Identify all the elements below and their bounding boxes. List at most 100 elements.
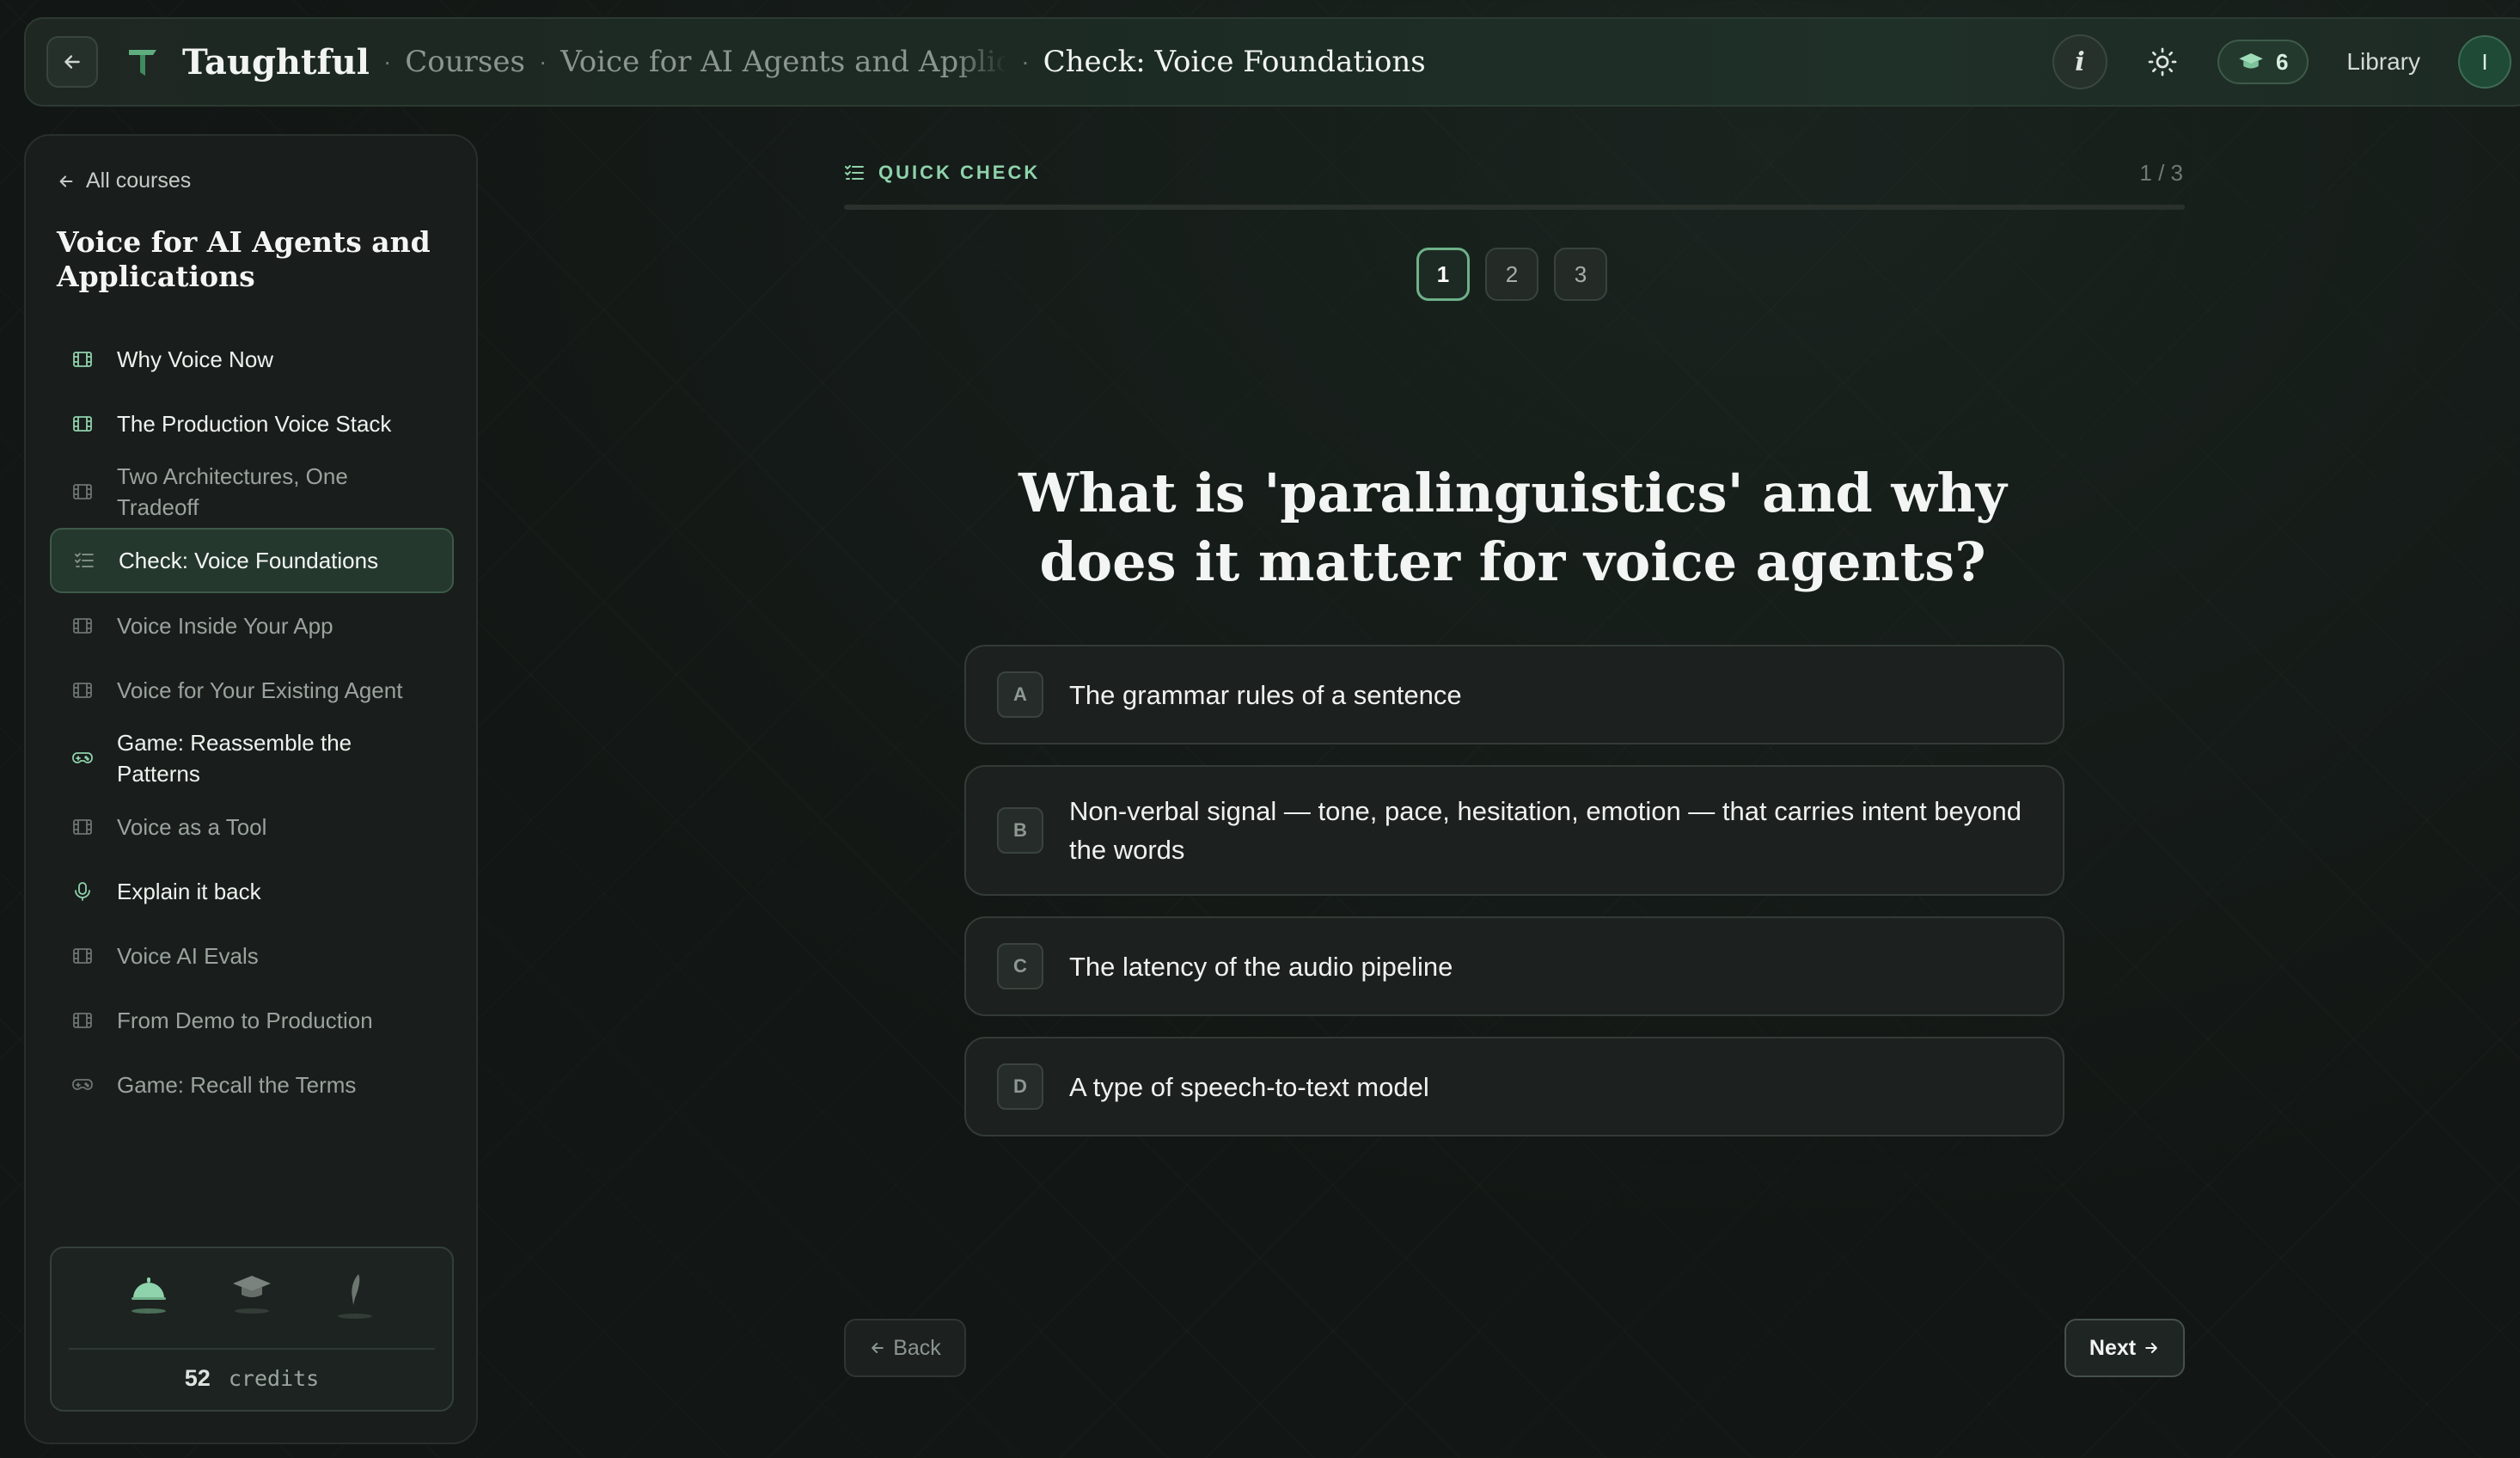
option-letter: C	[997, 943, 1043, 989]
lesson-item[interactable]: Why Voice Now	[50, 327, 454, 391]
graduation-cap-icon	[230, 1272, 273, 1322]
option-letter: B	[997, 807, 1043, 854]
question-counter: 1 / 3	[2139, 160, 2183, 186]
breadcrumb-separator: ·	[1021, 48, 1030, 75]
question-text: What is 'paralinguistics' and why does i…	[1018, 462, 2007, 593]
lesson-item[interactable]: Voice for Your Existing Agent	[50, 658, 454, 722]
lesson-label: Game: Recall the Terms	[117, 1071, 357, 1098]
lesson-label: Voice for Your Existing Agent	[117, 677, 403, 703]
option-text: The latency of the audio pipeline	[1069, 951, 1453, 982]
info-button[interactable]: i	[2052, 34, 2107, 89]
film-icon	[70, 678, 95, 702]
film-icon	[70, 412, 95, 436]
lesson-item[interactable]: From Demo to Production	[50, 988, 454, 1052]
info-icon: i	[2075, 46, 2085, 77]
credits-panel[interactable]: 52 credits	[50, 1247, 454, 1412]
step-2[interactable]: 2	[1485, 248, 1538, 301]
theme-toggle-button[interactable]	[2145, 45, 2180, 79]
option-text: The grammar rules of a sentence	[1069, 679, 1462, 710]
top-bar: Taughtful · Courses · Voice for AI Agent…	[24, 17, 2520, 107]
lesson-item[interactable]: The Production Voice Stack	[50, 391, 454, 456]
arrow-left-icon	[59, 175, 73, 187]
lesson-item[interactable]: Game: Reassemble the Patterns	[50, 722, 454, 794]
lesson-item[interactable]: Check: Voice Foundations	[50, 528, 454, 593]
avatar-initial: I	[2481, 48, 2488, 75]
lesson-label: Explain it back	[117, 878, 261, 904]
lesson-label: From Demo to Production	[117, 1007, 373, 1033]
answer-option-c[interactable]: C The latency of the audio pipeline	[964, 916, 2064, 1016]
all-courses-label: All courses	[86, 168, 192, 193]
lesson-list: Why Voice Now The Production Voice Stack T…	[50, 327, 454, 1117]
breadcrumb-course[interactable]: Voice for AI Agents and Applications	[560, 45, 1007, 79]
lesson-item[interactable]: Game: Recall the Terms	[50, 1052, 454, 1117]
option-text: Non-verbal signal — tone, pace, hesitati…	[1069, 796, 2022, 865]
breadcrumb-courses[interactable]: Courses	[405, 45, 525, 79]
option-letter: D	[997, 1063, 1043, 1110]
film-icon	[70, 815, 95, 839]
lesson-label: Voice Inside Your App	[117, 612, 333, 639]
back-arrow-button[interactable]	[46, 36, 98, 88]
answer-option-a[interactable]: A The grammar rules of a sentence	[964, 645, 2064, 744]
lesson-item[interactable]: Voice AI Evals	[50, 923, 454, 988]
film-icon	[70, 614, 95, 638]
film-icon	[70, 1008, 95, 1032]
checklist-icon	[72, 548, 96, 573]
graduation-cap-icon	[2239, 53, 2263, 69]
lesson-label: Check: Voice Foundations	[119, 548, 379, 573]
all-courses-link[interactable]: All courses	[57, 168, 191, 193]
breadcrumb-current: Check: Voice Foundations	[1043, 45, 1426, 79]
quick-check-label: QUICK CHECK	[878, 162, 1041, 183]
lesson-label: The Production Voice Stack	[117, 410, 392, 437]
credits-unit: credits	[228, 1366, 320, 1391]
option-text: A type of speech-to-text model	[1069, 1071, 1429, 1102]
film-icon	[70, 347, 95, 371]
answer-option-d[interactable]: D A type of speech-to-text model	[964, 1037, 2064, 1136]
quill-icon	[333, 1272, 376, 1322]
avatar[interactable]: I	[2458, 35, 2511, 89]
lesson-item[interactable]: Explain it back	[50, 859, 454, 923]
option-letter: A	[997, 671, 1043, 718]
gamepad-icon	[70, 746, 95, 770]
library-link[interactable]: Library	[2346, 48, 2420, 76]
arrow-left-icon	[872, 1343, 884, 1353]
quick-check-header: QUICK CHECK	[844, 162, 1040, 184]
lesson-item[interactable]: Voice Inside Your App	[50, 593, 454, 658]
back-label: Back	[893, 1335, 941, 1360]
lesson-item[interactable]: Voice as a Tool	[50, 794, 454, 859]
gamepad-icon	[70, 1073, 95, 1097]
step-1[interactable]: 1	[1416, 248, 1470, 301]
credit-badges	[52, 1272, 452, 1322]
lesson-label: Voice AI Evals	[117, 942, 259, 969]
credits-amount: 52	[184, 1365, 211, 1391]
taughtful-logo-icon	[129, 50, 156, 76]
back-button[interactable]: Back	[844, 1319, 966, 1377]
lesson-item[interactable]: Two Architectures, One Tradeoff	[50, 456, 454, 528]
arrow-left-icon	[64, 55, 80, 69]
course-title: Voice for AI Agents and Applications	[57, 225, 431, 293]
brand-name[interactable]: Taughtful	[182, 42, 370, 83]
answer-options: A The grammar rules of a sentence B Non-ver…	[964, 645, 2064, 1157]
breadcrumb-separator: ·	[538, 48, 547, 75]
answer-option-b[interactable]: B Non-verbal signal — tone, pace, hesitat…	[964, 765, 2064, 896]
question-stepper: 123	[1416, 248, 1607, 301]
credits-display: 52 credits	[52, 1365, 452, 1392]
lesson-label: Game: Reassemble the Patterns	[117, 730, 352, 787]
next-button[interactable]: Next	[2064, 1319, 2185, 1377]
xp-count: 6	[2275, 48, 2289, 75]
lesson-label: Voice as a Tool	[117, 813, 267, 840]
lesson-label: Two Architectures, One Tradeoff	[117, 463, 348, 520]
checklist-icon	[845, 165, 864, 180]
breadcrumb-separator: ·	[382, 48, 392, 75]
divider	[69, 1348, 435, 1350]
film-icon	[70, 480, 95, 504]
film-icon	[70, 944, 95, 968]
course-sidebar: All courses Voice for AI Agents and Appl…	[24, 134, 478, 1444]
bell-icon	[127, 1272, 170, 1322]
step-3[interactable]: 3	[1554, 248, 1607, 301]
next-label: Next	[2089, 1335, 2137, 1360]
quiz-progress-bar	[844, 205, 2185, 210]
sun-icon	[2148, 47, 2177, 77]
lesson-label: Why Voice Now	[117, 346, 274, 372]
arrow-right-icon	[2145, 1343, 2157, 1353]
xp-badge[interactable]: 6	[2217, 40, 2309, 84]
